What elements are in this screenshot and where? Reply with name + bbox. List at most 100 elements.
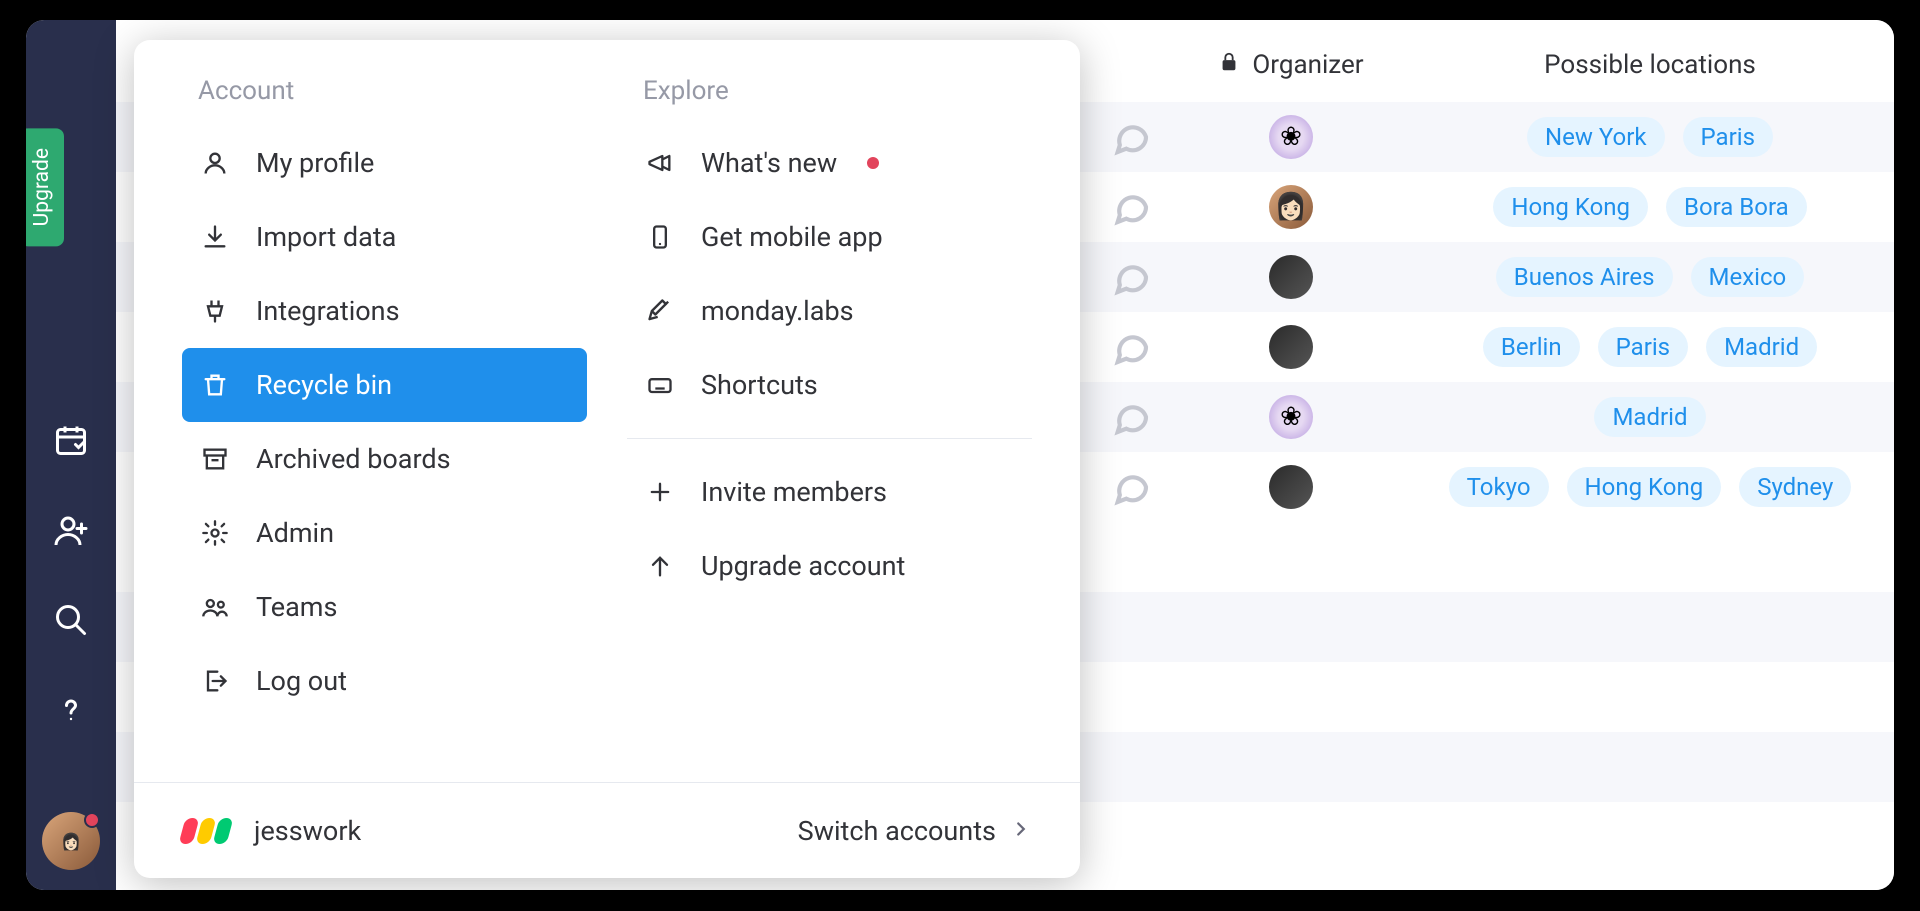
menu-invite-members[interactable]: Invite members — [627, 455, 1032, 529]
notification-dot-icon — [867, 157, 879, 169]
menu-shortcuts[interactable]: Shortcuts — [627, 348, 1032, 422]
chat-icon[interactable] — [1086, 117, 1176, 157]
menu-label: Import data — [256, 221, 396, 253]
location-tag[interactable]: Berlin — [1483, 327, 1580, 367]
menu-import-data[interactable]: Import data — [182, 200, 587, 274]
menu-archived-boards[interactable]: Archived boards — [182, 422, 587, 496]
chat-icon[interactable] — [1086, 187, 1176, 227]
avatar — [1269, 465, 1313, 509]
locations-cell: Berlin Paris Madrid — [1406, 327, 1894, 367]
keyboard-icon — [645, 370, 675, 400]
location-tag[interactable]: Hong Kong — [1567, 467, 1722, 507]
plus-icon — [645, 477, 675, 507]
menu-whats-new[interactable]: What's new — [627, 126, 1032, 200]
menu-label: Admin — [256, 517, 334, 549]
menu-label: What's new — [701, 147, 837, 179]
avatar — [1269, 325, 1313, 369]
trash-icon — [200, 370, 230, 400]
arrow-up-icon — [645, 551, 675, 581]
location-tag[interactable]: Paris — [1598, 327, 1688, 367]
location-tag[interactable]: Buenos Aires — [1496, 257, 1673, 297]
location-tag[interactable]: Bora Bora — [1666, 187, 1807, 227]
switch-accounts-label: Switch accounts — [798, 815, 996, 847]
mobile-icon — [645, 222, 675, 252]
menu-my-profile[interactable]: My profile — [182, 126, 587, 200]
menu-label: Archived boards — [256, 443, 451, 475]
organizer-cell[interactable] — [1176, 465, 1406, 509]
chat-icon[interactable] — [1086, 397, 1176, 437]
location-tag[interactable]: Madrid — [1706, 327, 1817, 367]
menu-label: Upgrade account — [701, 550, 905, 582]
menu-label: My profile — [256, 147, 374, 179]
chat-icon[interactable] — [1086, 327, 1176, 367]
help-icon[interactable] — [51, 690, 91, 730]
workspace-label[interactable]: jesswork — [182, 815, 361, 847]
column-locations-header: Possible locations — [1406, 50, 1894, 80]
search-icon[interactable] — [51, 600, 91, 640]
organizer-cell[interactable]: ❀ — [1176, 115, 1406, 159]
user-avatar[interactable]: 👩🏻 — [42, 812, 100, 870]
account-dropdown: Account My profile Import data Integrati… — [134, 40, 1080, 878]
avatar: ❀ — [1269, 395, 1313, 439]
menu-logout[interactable]: Log out — [182, 644, 587, 718]
menu-label: Integrations — [256, 295, 400, 327]
explore-column: Explore What's new Get mobile app monday… — [607, 76, 1052, 762]
logout-icon — [200, 666, 230, 696]
menu-label: Shortcuts — [701, 369, 818, 401]
menu-admin[interactable]: Admin — [182, 496, 587, 570]
app-frame: Upgrade 👩🏻 — [26, 20, 1894, 890]
labs-icon — [645, 296, 675, 326]
notification-dot-icon — [84, 812, 100, 828]
invite-user-icon[interactable] — [51, 510, 91, 550]
megaphone-icon — [645, 148, 675, 178]
switch-accounts[interactable]: Switch accounts — [798, 815, 1032, 847]
archive-icon — [200, 444, 230, 474]
avatar: 👩🏻 — [1269, 185, 1313, 229]
menu-monday-labs[interactable]: monday.labs — [627, 274, 1032, 348]
upgrade-tab[interactable]: Upgrade — [26, 128, 64, 246]
organizer-cell[interactable] — [1176, 325, 1406, 369]
chat-icon[interactable] — [1086, 467, 1176, 507]
gear-icon — [200, 518, 230, 548]
calendar-icon[interactable] — [51, 420, 91, 460]
column-organizer-header: Organizer — [1176, 50, 1406, 80]
account-header: Account — [182, 76, 587, 106]
workspace-name: jesswork — [254, 815, 361, 847]
menu-label: Get mobile app — [701, 221, 883, 253]
organizer-cell[interactable] — [1176, 255, 1406, 299]
locations-cell: New York Paris — [1406, 117, 1894, 157]
organizer-cell[interactable]: 👩🏻 — [1176, 185, 1406, 229]
avatar: ❀ — [1269, 115, 1313, 159]
menu-label: Teams — [256, 591, 337, 623]
locations-cell: Hong Kong Bora Bora — [1406, 187, 1894, 227]
plug-icon — [200, 296, 230, 326]
menu-upgrade-account[interactable]: Upgrade account — [627, 529, 1032, 603]
location-tag[interactable]: Madrid — [1594, 397, 1705, 437]
explore-header: Explore — [627, 76, 1032, 106]
locations-cell: Buenos Aires Mexico — [1406, 257, 1894, 297]
avatar — [1269, 255, 1313, 299]
location-tag[interactable]: Paris — [1683, 117, 1773, 157]
menu-label: Invite members — [701, 476, 887, 508]
menu-recycle-bin[interactable]: Recycle bin — [182, 348, 587, 422]
menu-label: Log out — [256, 665, 347, 697]
profile-icon — [200, 148, 230, 178]
dropdown-footer: jesswork Switch accounts — [134, 782, 1080, 878]
location-tag[interactable]: Sydney — [1739, 467, 1851, 507]
narrow-sidebar: Upgrade 👩🏻 — [26, 20, 116, 890]
location-tag[interactable]: Mexico — [1691, 257, 1805, 297]
teams-icon — [200, 592, 230, 622]
menu-integrations[interactable]: Integrations — [182, 274, 587, 348]
lock-icon — [1218, 50, 1240, 80]
account-column: Account My profile Import data Integrati… — [162, 76, 607, 762]
chevron-right-icon — [1010, 815, 1032, 847]
menu-teams[interactable]: Teams — [182, 570, 587, 644]
download-icon — [200, 222, 230, 252]
chat-icon[interactable] — [1086, 257, 1176, 297]
monday-logo-icon — [182, 818, 230, 844]
organizer-cell[interactable]: ❀ — [1176, 395, 1406, 439]
location-tag[interactable]: New York — [1527, 117, 1664, 157]
location-tag[interactable]: Tokyo — [1449, 467, 1549, 507]
location-tag[interactable]: Hong Kong — [1493, 187, 1648, 227]
menu-get-mobile-app[interactable]: Get mobile app — [627, 200, 1032, 274]
